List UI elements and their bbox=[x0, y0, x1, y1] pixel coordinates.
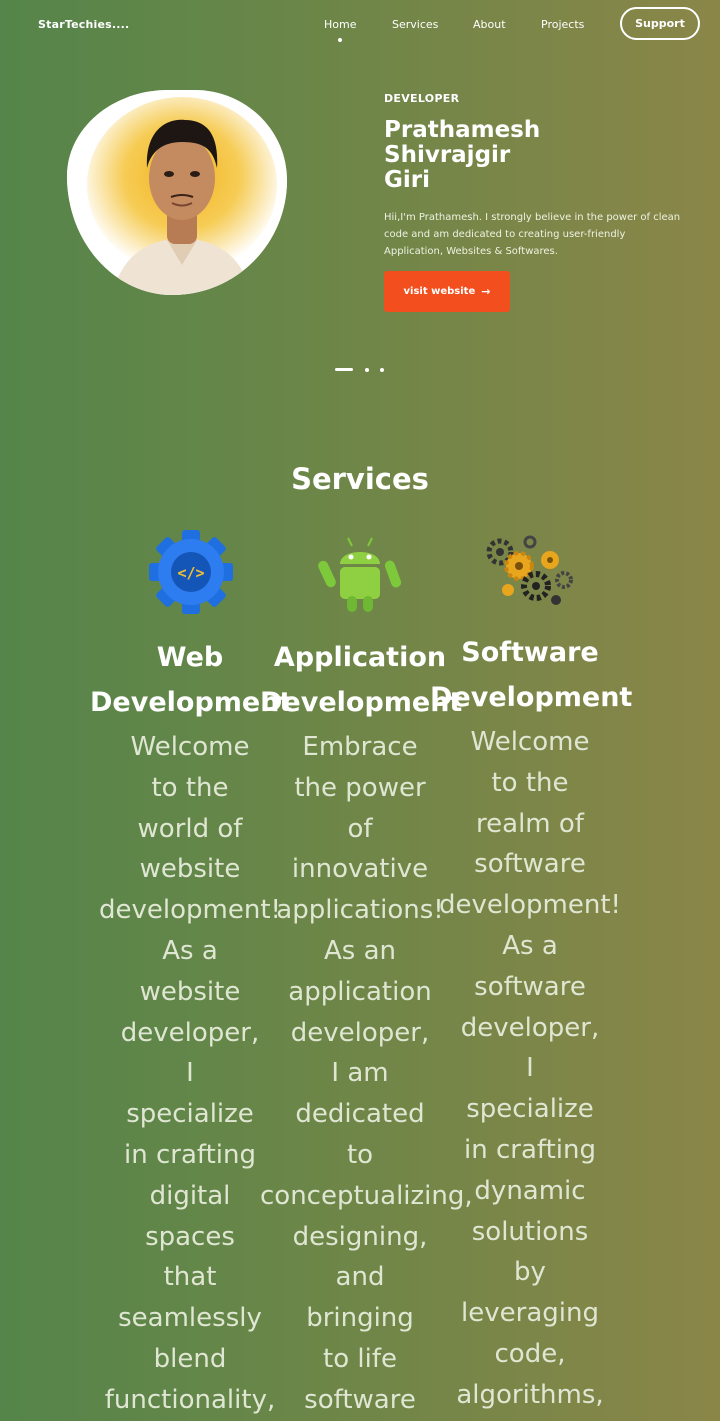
service-desc-line: to the bbox=[491, 767, 569, 798]
hero-name-line: Prathamesh bbox=[384, 117, 541, 143]
service-desc-line: code, bbox=[494, 1338, 566, 1369]
carousel-indicators bbox=[335, 367, 395, 373]
nav-services[interactable]: Services bbox=[392, 18, 438, 31]
service-desc-line: software bbox=[474, 971, 586, 1002]
service-title-line: Software bbox=[461, 637, 599, 668]
service-desc-line: I bbox=[526, 1053, 534, 1084]
nav-projects[interactable]: Projects bbox=[541, 18, 584, 31]
service-desc-line: algorithms, bbox=[456, 1379, 604, 1410]
service-title-software: Software Development bbox=[430, 630, 633, 720]
service-desc-line: developer, bbox=[460, 1012, 600, 1043]
service-desc-line: leveraging bbox=[461, 1298, 599, 1329]
arrow-right-icon: → bbox=[481, 285, 491, 298]
service-title-line: Development bbox=[430, 682, 633, 713]
active-nav-indicator bbox=[338, 38, 342, 42]
visit-website-label: visit website bbox=[403, 286, 476, 297]
hero-bio-line: Application, Websites & Softwares. bbox=[384, 246, 558, 257]
service-desc-line: software bbox=[474, 849, 586, 880]
service-desc-line: As a bbox=[502, 930, 558, 961]
nav-about[interactable]: About bbox=[473, 18, 506, 31]
visit-website-button[interactable]: visit website → bbox=[384, 271, 510, 312]
hero-bio: Hii,I'm Prathamesh. I strongly believe i… bbox=[384, 209, 708, 260]
android-robot-icon bbox=[318, 530, 402, 618]
service-desc-line: specialize bbox=[466, 1094, 594, 1125]
nav-home[interactable]: Home bbox=[324, 18, 356, 31]
service-desc-line: in crafting bbox=[464, 1134, 596, 1165]
gears-icon bbox=[486, 528, 576, 616]
svg-text:</>: </> bbox=[177, 564, 204, 582]
service-desc-line: dynamic bbox=[474, 1175, 586, 1206]
carousel-dot[interactable] bbox=[365, 368, 369, 372]
profile-photo bbox=[67, 90, 287, 295]
hero-name: Prathamesh Shivrajgir Giri bbox=[384, 118, 584, 193]
main-nav: Home Services About Projects bbox=[0, 18, 720, 38]
hero-bio-line: code and am dedicated to creating user-f… bbox=[384, 229, 626, 240]
service-desc-line: solutions bbox=[471, 1216, 589, 1247]
carousel-dot-active[interactable] bbox=[335, 368, 353, 371]
service-desc-line: development! bbox=[439, 890, 621, 921]
hero-role: DEVELOPER bbox=[384, 92, 460, 105]
service-desc-line: Welcome bbox=[470, 727, 590, 757]
hero-bio-line: Hii,I'm Prathamesh. I strongly believe i… bbox=[384, 212, 681, 223]
service-desc-line: by bbox=[514, 1257, 546, 1288]
hero-name-line: Shivrajgir bbox=[384, 142, 511, 168]
service-desc-software: Welcome to the realm of software develop… bbox=[430, 722, 630, 1416]
service-desc-line: realm of bbox=[476, 808, 584, 839]
carousel-dot[interactable] bbox=[380, 368, 384, 372]
support-button[interactable]: Support bbox=[620, 7, 700, 40]
services-title: Services bbox=[291, 462, 429, 496]
web-gear-code-icon: </> bbox=[148, 528, 234, 620]
hero-name-line: Giri bbox=[384, 167, 430, 193]
